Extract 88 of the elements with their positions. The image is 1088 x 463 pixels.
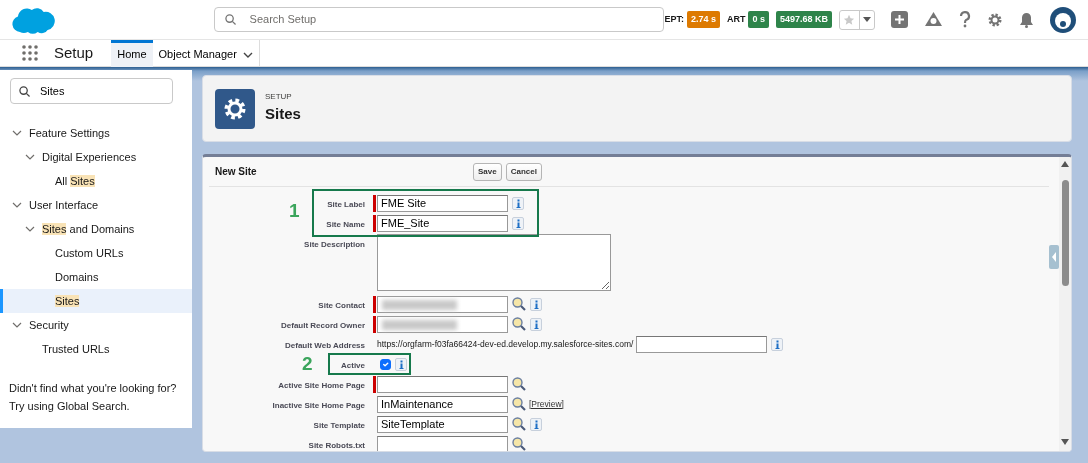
sidebar-item[interactable]: Trusted URLs — [0, 337, 192, 361]
settings-icon[interactable] — [987, 11, 1003, 28]
scroll-down-icon[interactable] — [1061, 439, 1069, 445]
step-number: 1 — [289, 201, 300, 221]
sidebar-item[interactable]: Sites — [0, 289, 192, 313]
favorites-button[interactable] — [839, 9, 875, 30]
field-label: Default Web Address — [285, 340, 365, 352]
search-icon — [224, 14, 236, 25]
caret-icon — [863, 17, 871, 22]
scroll-thumb[interactable] — [1061, 180, 1069, 286]
preview-link[interactable]: [Preview] — [529, 397, 564, 411]
form-button[interactable]: Cancel — [505, 162, 542, 181]
plus-icon[interactable] — [891, 11, 908, 28]
help-text: Didn't find what you're looking for? Try using Global Search. — [8, 381, 178, 414]
page-title: Sites — [265, 104, 301, 125]
quick-find-box[interactable]: Sites — [10, 78, 173, 104]
info-icon[interactable] — [771, 337, 784, 351]
app-name: Setup — [54, 42, 94, 63]
chevron-icon[interactable] — [25, 224, 35, 234]
sidebar-item[interactable]: Domains — [0, 265, 192, 289]
info-icon[interactable] — [512, 216, 524, 230]
metric-value: 5497.68 KB — [775, 10, 832, 29]
breadcrumb-label: SETUP — [265, 91, 293, 104]
gear-icon — [215, 88, 255, 129]
collapse-handle-icon[interactable] — [1049, 245, 1059, 269]
text-field[interactable]: FME_Site — [377, 214, 508, 232]
sidebar-item[interactable]: Sites and Domains — [0, 217, 192, 241]
text-field[interactable] — [636, 335, 768, 353]
sidebar-item[interactable]: All Sites — [0, 169, 192, 193]
web-address: https://orgfarm-f03fa66424-dev-ed.develop.my.salesforce-sites.com/ — [377, 337, 634, 351]
field-label: Site Robots.txt — [308, 440, 365, 451]
scrollbar[interactable] — [1059, 157, 1071, 451]
sidebar-item[interactable]: Security — [0, 313, 192, 337]
field-label: Active Site Home Page — [278, 380, 365, 392]
info-icon[interactable] — [512, 196, 524, 210]
chevron-icon[interactable] — [12, 128, 22, 138]
nav-tab[interactable]: Home — [111, 39, 153, 67]
text-field[interactable]: InMaintenance — [377, 395, 508, 413]
trailhead-icon[interactable] — [924, 11, 943, 28]
text-field[interactable]: SiteTemplate — [377, 415, 508, 433]
form-button[interactable]: Save — [473, 162, 502, 181]
metric-value: 2.74 s — [686, 10, 720, 29]
field-label: Site Name — [326, 219, 365, 231]
app-launcher-icon[interactable] — [22, 45, 38, 61]
lookup-icon[interactable] — [512, 297, 526, 311]
chevron-icon[interactable] — [12, 200, 22, 210]
avatar-icon[interactable] — [1050, 6, 1076, 33]
metric-label: EPT: — [664, 12, 684, 26]
info-icon[interactable] — [395, 357, 407, 371]
text-field[interactable] — [377, 375, 508, 393]
blurred-field[interactable] — [377, 295, 508, 313]
sidebar-item[interactable]: Digital Experiences — [0, 145, 192, 169]
field-label: Site Contact — [318, 300, 365, 312]
lookup-icon[interactable] — [512, 417, 526, 431]
sidebar-item[interactable]: User Interface — [0, 193, 192, 217]
nav-tab[interactable]: Object Manager — [152, 39, 259, 67]
text-area[interactable] — [377, 234, 611, 291]
text-field[interactable]: FME Site — [377, 194, 508, 212]
field-label: Site Description — [304, 239, 365, 251]
field-label: Active — [341, 360, 365, 372]
text-field[interactable] — [377, 435, 508, 451]
chevron-icon[interactable] — [12, 320, 22, 330]
sidebar-item[interactable]: Feature Settings — [0, 121, 192, 145]
notifications-icon[interactable] — [1019, 11, 1034, 28]
field-label: Inactive Site Home Page — [272, 400, 365, 412]
step-number: 2 — [302, 354, 313, 374]
help-icon[interactable] — [959, 11, 971, 28]
info-icon[interactable] — [530, 297, 542, 311]
info-icon[interactable] — [530, 417, 542, 431]
checkbox[interactable] — [380, 358, 391, 370]
scroll-up-icon[interactable] — [1061, 161, 1069, 167]
lookup-icon[interactable] — [512, 397, 526, 411]
search-input[interactable]: Search Setup — [247, 10, 448, 29]
chevron-icon[interactable] — [25, 152, 35, 162]
metric-value: 0 s — [748, 10, 769, 29]
lookup-icon[interactable] — [512, 377, 526, 391]
field-label: Site Label — [327, 199, 365, 211]
field-label: Site Template — [313, 420, 365, 432]
search-icon — [19, 85, 30, 97]
blurred-field[interactable] — [377, 315, 508, 333]
section-title: New Site — [215, 165, 258, 179]
metric-label: ART — [726, 12, 746, 26]
search-box[interactable]: Search Setup — [213, 7, 665, 32]
sidebar-item[interactable]: Custom URLs — [0, 241, 192, 265]
info-icon[interactable] — [530, 317, 542, 331]
field-label: Default Record Owner — [281, 320, 365, 332]
lookup-icon[interactable] — [512, 437, 526, 451]
lookup-icon[interactable] — [512, 317, 526, 331]
